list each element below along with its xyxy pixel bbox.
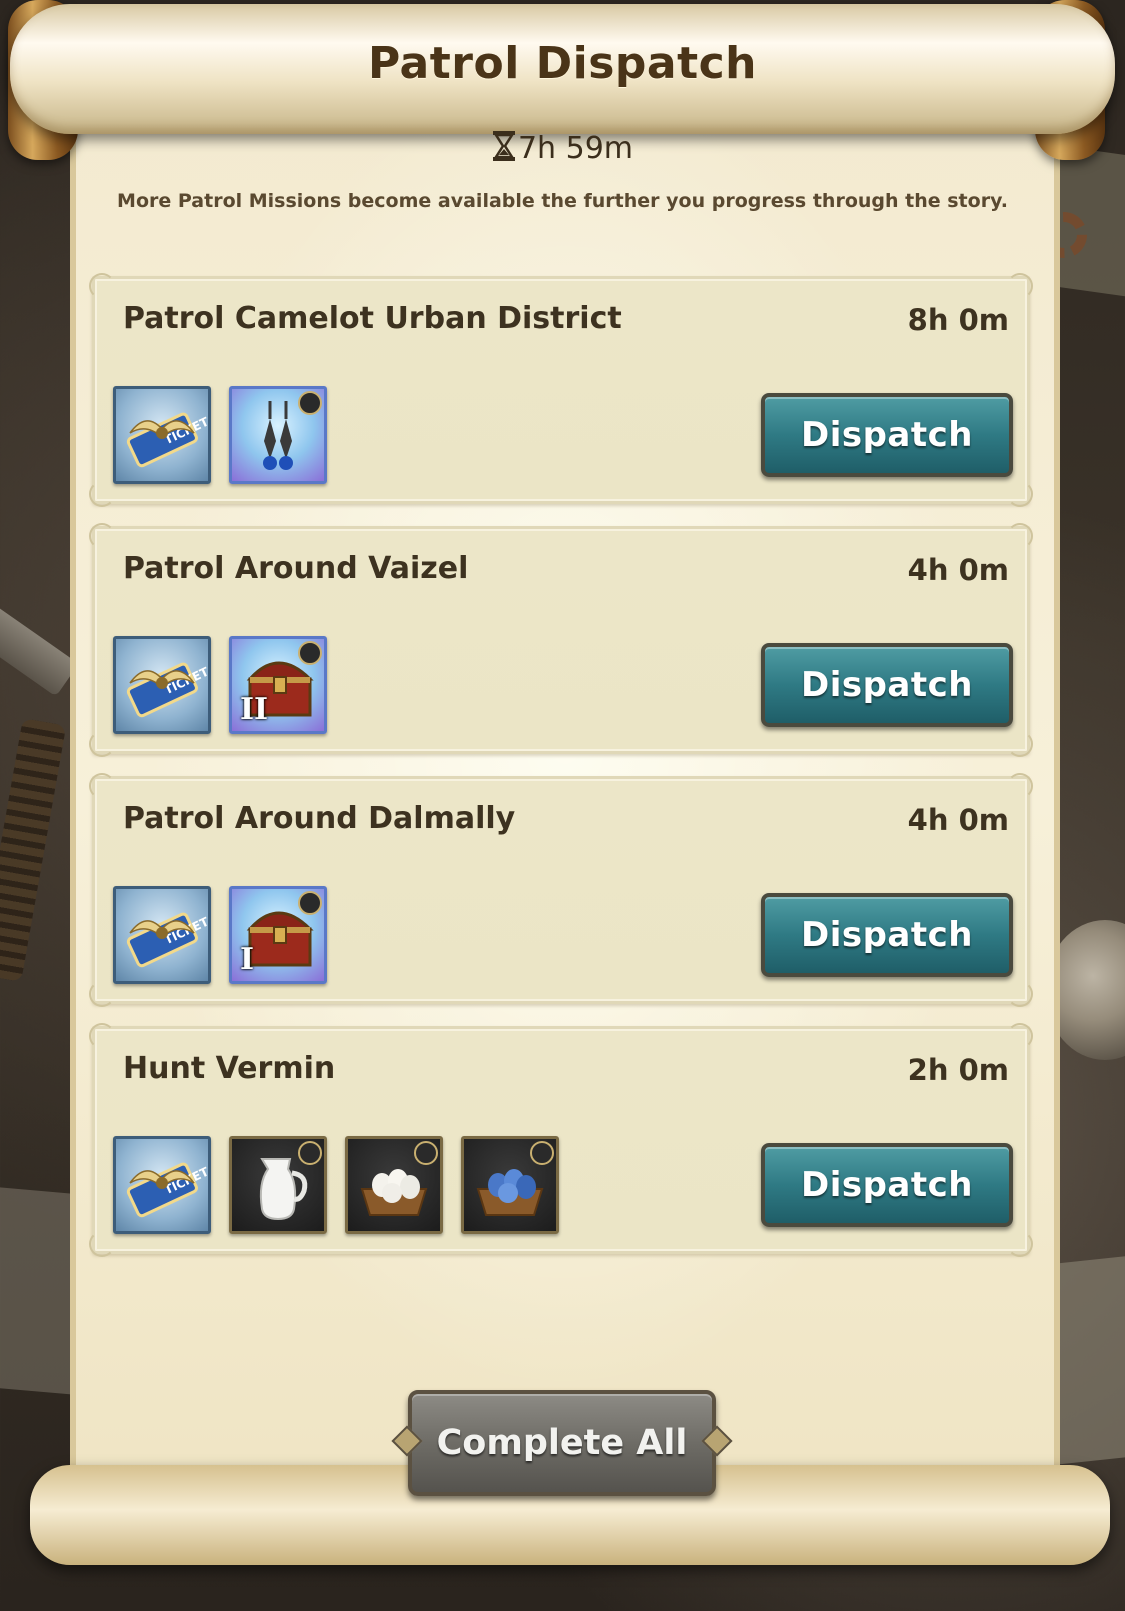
chest-rank: I (240, 942, 255, 977)
ticket-icon[interactable]: TICKET (113, 636, 211, 734)
reward-list: TICKET (113, 386, 327, 486)
timer-text: 7h 59m (517, 131, 634, 166)
lock-badge-icon (298, 641, 322, 665)
mission-card: Patrol Camelot Urban District 8h 0m TICK… (89, 273, 1033, 507)
earrings-icon[interactable] (229, 386, 327, 484)
mission-name: Patrol Camelot Urban District (123, 301, 622, 336)
rank-badge-icon (298, 1141, 322, 1165)
mission-name: Patrol Around Dalmally (123, 801, 516, 836)
page-title: Patrol Dispatch (367, 38, 758, 89)
mission-card: Hunt Vermin 2h 0m TICKET Dispatch (89, 1023, 1033, 1257)
treasure-chest-icon[interactable]: II (229, 636, 327, 734)
mission-duration: 8h 0m (907, 303, 1009, 337)
mission-name: Hunt Vermin (123, 1051, 336, 1086)
dispatch-button[interactable]: Dispatch (761, 393, 1013, 477)
heart-badge-icon (298, 391, 322, 415)
dispatch-button[interactable]: Dispatch (761, 893, 1013, 977)
complete-all-label: Complete All (436, 1423, 688, 1463)
ticket-icon[interactable]: TICKET (113, 1136, 211, 1234)
reward-list: TICKET II (113, 636, 327, 736)
lock-badge-icon (298, 891, 322, 915)
egg-basket-icon[interactable] (345, 1136, 443, 1234)
background-sword-blade (0, 583, 79, 697)
chest-rank: II (240, 692, 269, 727)
mission-name: Patrol Around Vaizel (123, 551, 469, 586)
complete-all-button[interactable]: Complete All (391, 1390, 733, 1496)
dispatch-button[interactable]: Dispatch (761, 643, 1013, 727)
reward-list: TICKET (113, 1136, 559, 1236)
rank-badge-icon (414, 1141, 438, 1165)
info-text: More Patrol Missions become available th… (117, 190, 1008, 212)
blue-egg-basket-icon[interactable] (461, 1136, 559, 1234)
mission-card: Patrol Around Vaizel 4h 0m TICKET II Dis… (89, 523, 1033, 757)
mission-card: Patrol Around Dalmally 4h 0m TICKET I Di… (89, 773, 1033, 1007)
reset-timer: 7h 59m (0, 130, 1125, 170)
ticket-icon[interactable]: TICKET (113, 886, 211, 984)
hourglass-icon (492, 130, 516, 170)
mission-duration: 2h 0m (907, 1053, 1009, 1087)
treasure-chest-icon[interactable]: I (229, 886, 327, 984)
mission-duration: 4h 0m (907, 803, 1009, 837)
ticket-icon[interactable]: TICKET (113, 386, 211, 484)
background-sword-handle (0, 718, 67, 982)
reward-list: TICKET I (113, 886, 327, 986)
rank-badge-icon (530, 1141, 554, 1165)
milk-jug-icon[interactable] (229, 1136, 327, 1234)
mission-duration: 4h 0m (907, 553, 1009, 587)
dispatch-button[interactable]: Dispatch (761, 1143, 1013, 1227)
